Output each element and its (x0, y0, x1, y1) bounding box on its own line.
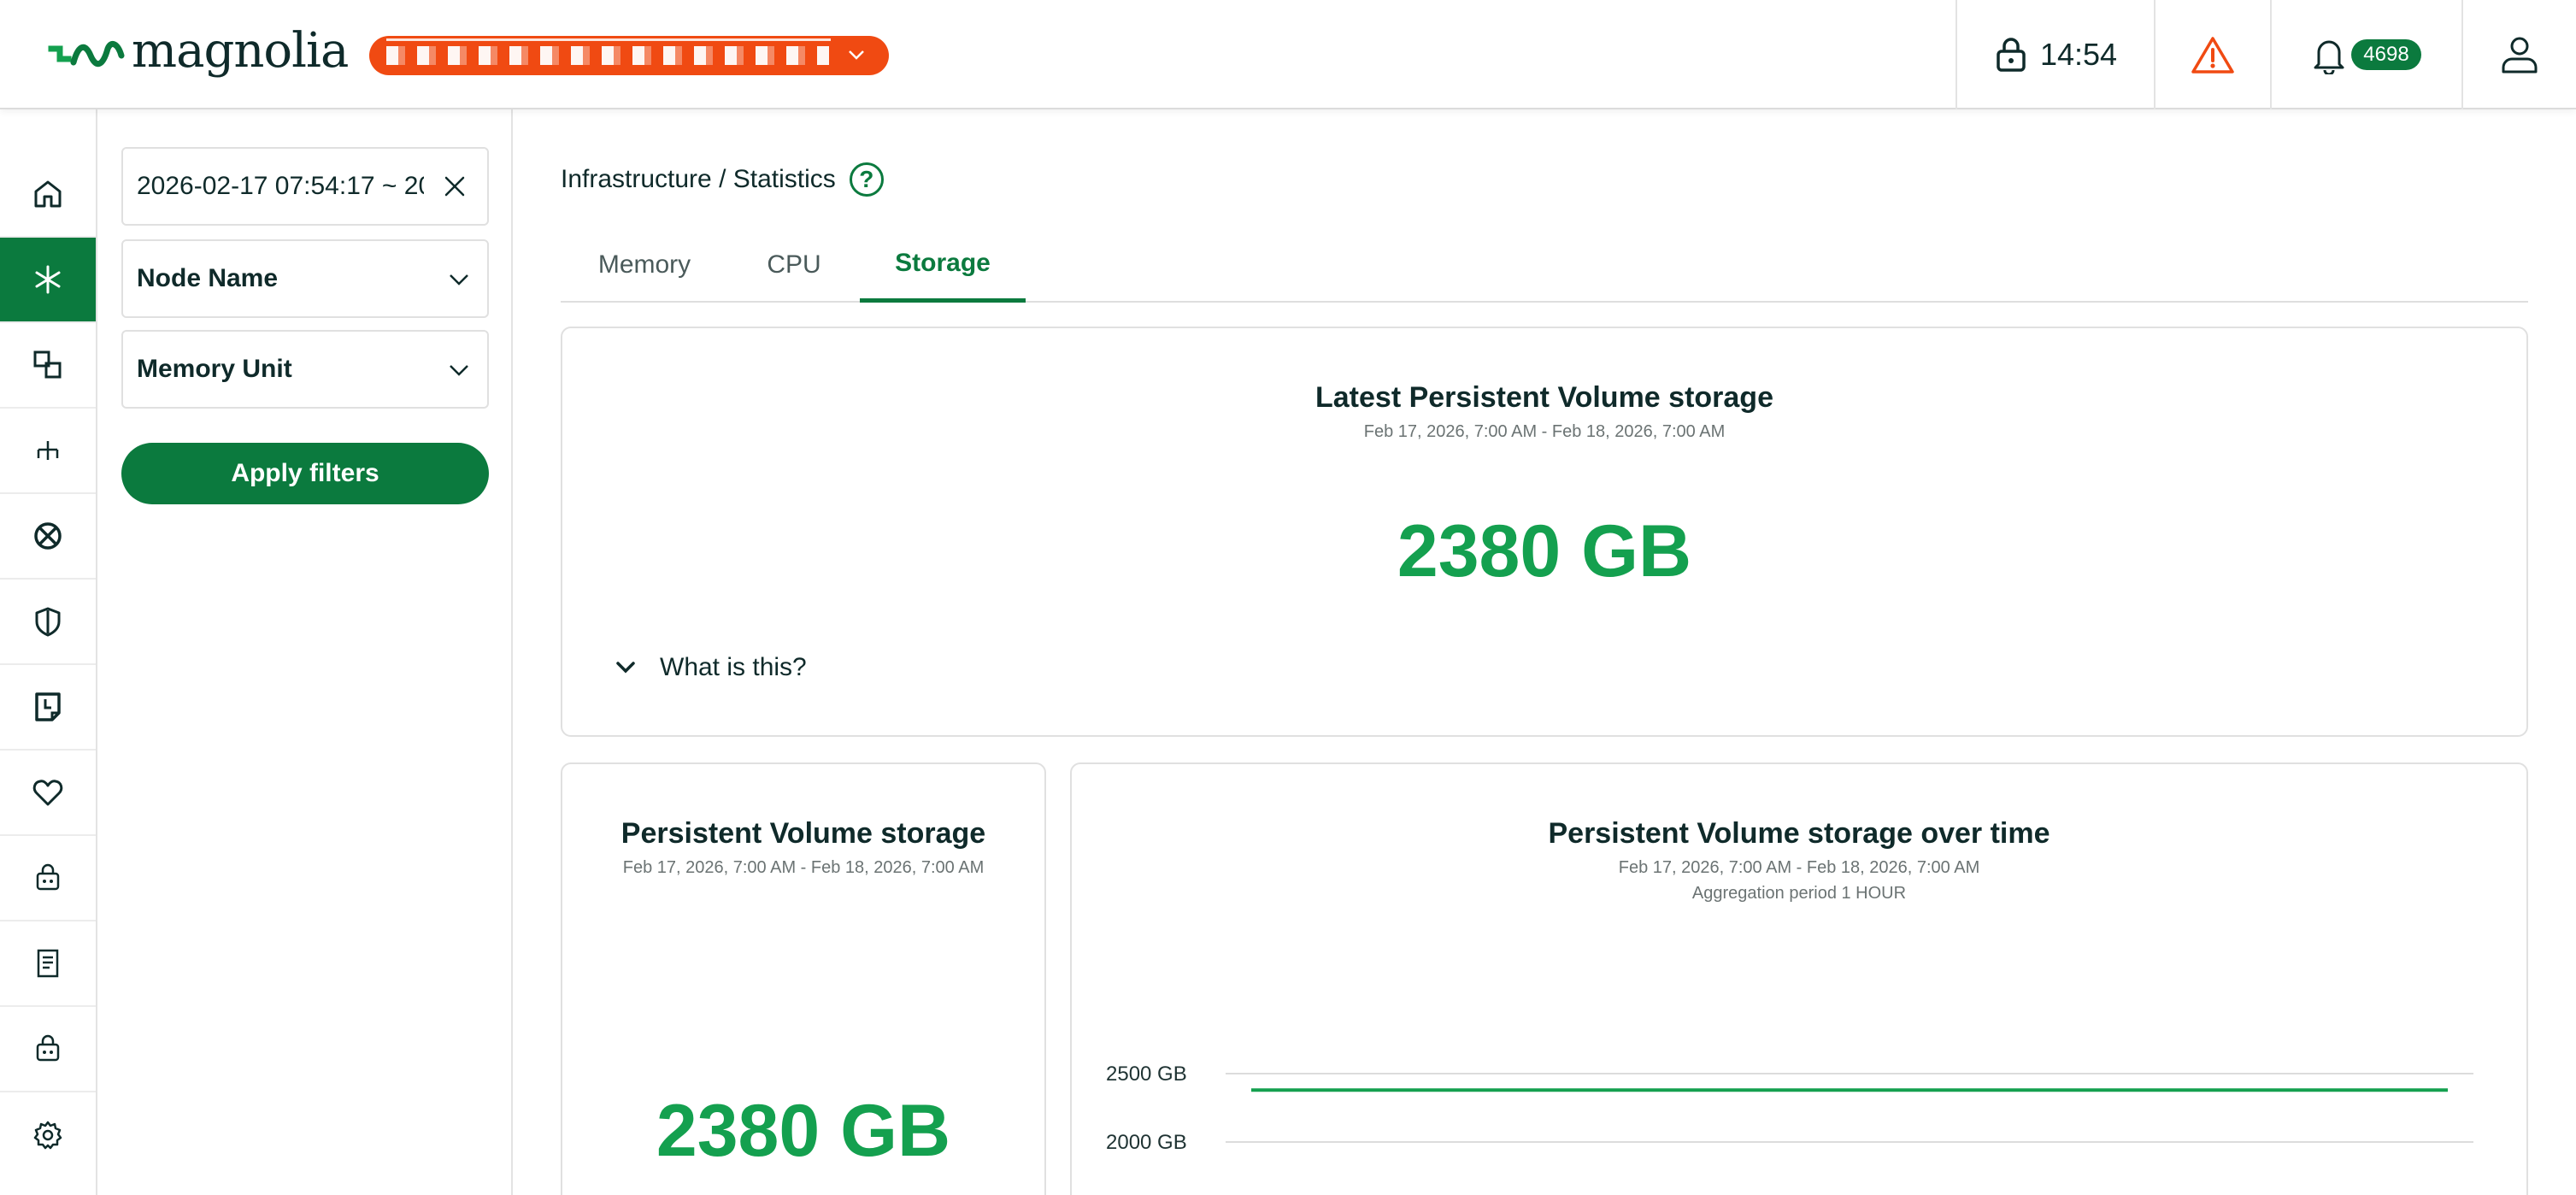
nav-network[interactable] (0, 409, 96, 494)
robot-icon (36, 1034, 60, 1062)
latest-storage-card: Latest Persistent Volume storage Feb 17,… (561, 327, 2528, 737)
card-title: Persistent Volume storage (620, 817, 986, 850)
card-title: Latest Persistent Volume storage (1315, 381, 1773, 414)
statistics-tabs: Memory CPU Storage (561, 227, 2528, 303)
redacted-text (386, 46, 829, 65)
nav-home[interactable] (0, 152, 96, 238)
blocked-icon (34, 522, 62, 550)
chevron-down-icon (450, 274, 468, 286)
overlap-icon (33, 350, 62, 379)
cluster-icon (35, 265, 61, 294)
breadcrumb-text: Infrastructure / Statistics (561, 165, 836, 193)
session-timer[interactable]: 14:54 (1956, 0, 2154, 109)
notification-count-badge: 4698 (2351, 39, 2421, 70)
node-name-select[interactable]: Node Name (121, 239, 489, 318)
warning-icon (2191, 37, 2234, 74)
network-icon (37, 441, 59, 460)
close-icon[interactable] (441, 173, 468, 200)
tab-storage[interactable]: Storage (860, 227, 1026, 303)
y-tick-label: 2000 GB (1106, 1131, 1187, 1154)
user-menu-button[interactable] (2461, 0, 2576, 109)
apply-filters-button[interactable]: Apply filters (121, 443, 489, 504)
card-date-range: Feb 17, 2026, 7:00 AM - Feb 18, 2026, 7:… (1618, 858, 1980, 877)
brand-name: magnolia (132, 22, 349, 79)
notifications-button[interactable]: 4698 (2270, 0, 2461, 109)
date-range-value: 2026-02-17 07:54:17 ~ 2026-02-18 07:54:1… (137, 172, 424, 200)
document-icon (37, 949, 59, 978)
storage-value: 2380 GB (656, 1090, 951, 1172)
heart-icon (32, 780, 63, 806)
chevron-down-icon (849, 50, 864, 60)
shield-icon (35, 607, 61, 637)
nav-bots[interactable] (0, 1007, 96, 1092)
nav-blocked[interactable] (0, 494, 96, 580)
nav-infrastructure[interactable] (0, 238, 96, 323)
redacted-text (386, 38, 831, 41)
magnolia-logo-icon (48, 41, 125, 67)
memory-unit-label: Memory Unit (137, 355, 292, 383)
y-tick-label: 2500 GB (1106, 1063, 1187, 1086)
home-icon (34, 180, 62, 208)
navigation-rail (0, 109, 97, 1195)
storage-line-chart: 2500 GB2000 GB1500 GB (1106, 1063, 2473, 1154)
card-title: Persistent Volume storage over time (1548, 817, 2050, 850)
user-icon (2502, 37, 2538, 74)
date-range-field[interactable]: 2026-02-17 07:54:17 ~ 2026-02-18 07:54:1… (121, 147, 489, 226)
nav-automation[interactable] (0, 836, 96, 921)
session-time: 14:54 (2039, 37, 2118, 72)
main-content: Infrastructure / Statistics ? Memory CPU… (513, 109, 2576, 1195)
gear-icon (33, 1121, 62, 1150)
nav-security[interactable] (0, 580, 96, 665)
chevron-down-icon (450, 365, 468, 376)
what-is-this-label: What is this? (660, 653, 807, 681)
latest-storage-value: 2380 GB (1397, 510, 1692, 592)
bell-icon (2314, 40, 2344, 74)
robot-icon (36, 863, 60, 891)
nav-schedules[interactable] (0, 665, 96, 751)
node-name-label: Node Name (137, 264, 279, 292)
storage-card: Persistent Volume storage Feb 17, 2026, … (561, 762, 1046, 1195)
storage-over-time-card: Persistent Volume storage over time Feb … (1070, 762, 2528, 1195)
card-date-range: Feb 17, 2026, 7:00 AM - Feb 18, 2026, 7:… (1363, 422, 1726, 441)
nav-health[interactable] (0, 751, 96, 836)
tab-memory[interactable]: Memory (561, 227, 728, 303)
chevron-down-icon (616, 662, 635, 674)
help-icon[interactable]: ? (849, 162, 884, 197)
memory-unit-select[interactable]: Memory Unit (121, 330, 489, 409)
nav-logs[interactable] (0, 921, 96, 1007)
top-bar: magnolia 14:54 4698 (0, 0, 2576, 109)
environment-selector[interactable] (369, 36, 889, 75)
card-date-range: Feb 17, 2026, 7:00 AM - Feb 18, 2026, 7:… (622, 858, 985, 877)
lock-icon (1997, 38, 2026, 72)
brand-logo[interactable]: magnolia (48, 22, 349, 84)
nav-settings[interactable] (0, 1092, 96, 1178)
nav-applications[interactable] (0, 323, 96, 409)
clock-doc-icon (35, 692, 61, 721)
breadcrumb: Infrastructure / Statistics ? (561, 162, 884, 197)
aggregation-period: Aggregation period 1 HOUR (1691, 884, 1907, 903)
filter-panel: 2026-02-17 07:54:17 ~ 2026-02-18 07:54:1… (97, 109, 513, 1195)
tab-cpu[interactable]: CPU (728, 227, 860, 303)
alerts-button[interactable] (2154, 0, 2270, 109)
what-is-this-toggle[interactable]: What is this? (614, 653, 807, 682)
